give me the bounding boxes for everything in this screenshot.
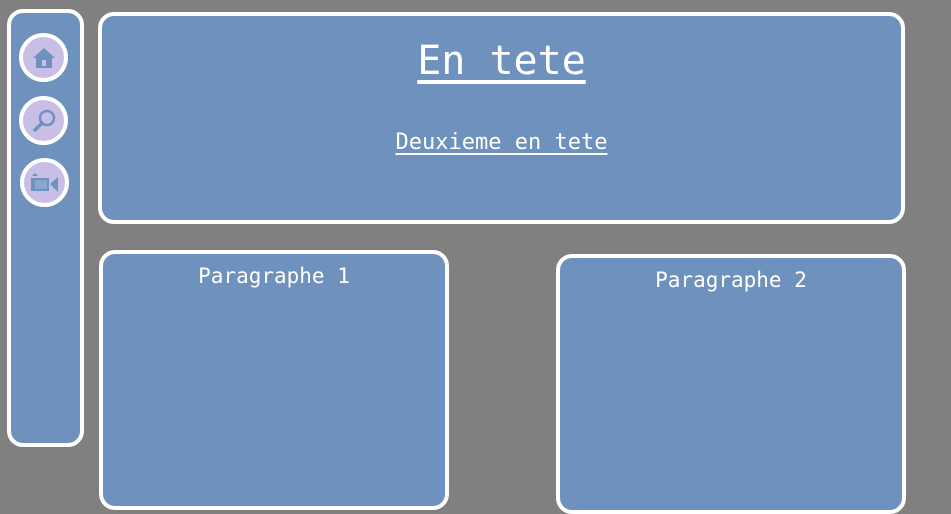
home-button[interactable]	[19, 33, 68, 82]
page-subtitle: Deuxieme en tete	[395, 130, 608, 155]
paragraph-2-title: Paragraphe 2	[655, 268, 807, 292]
home-icon	[32, 47, 55, 68]
search-icon	[32, 109, 55, 132]
paragraph-2-panel: Paragraphe 2	[556, 254, 906, 514]
sidebar	[7, 9, 84, 447]
paragraph-1-title: Paragraphe 1	[198, 264, 350, 288]
search-button[interactable]	[19, 96, 68, 145]
video-camera-icon	[30, 172, 58, 192]
paragraph-1-panel: Paragraphe 1	[99, 250, 449, 510]
header-panel: En tete Deuxieme en tete	[98, 12, 905, 224]
video-button[interactable]	[20, 158, 69, 207]
page-title: En tete	[417, 38, 586, 84]
